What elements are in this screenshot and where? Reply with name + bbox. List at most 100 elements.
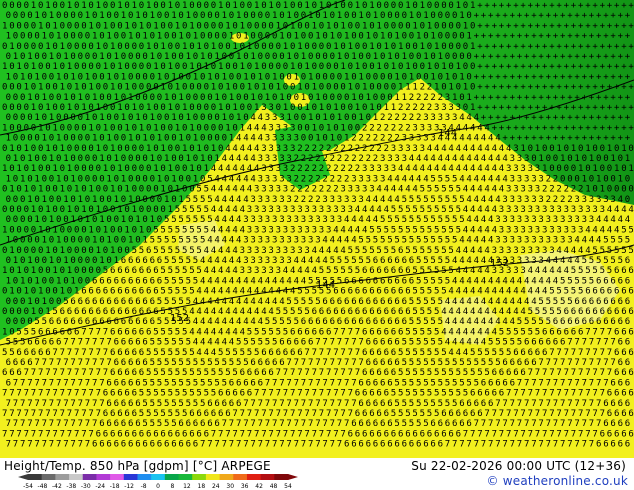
grid-value: 4 xyxy=(492,225,497,235)
grid-value: 6 xyxy=(614,266,619,276)
grid-value: 5 xyxy=(200,236,205,246)
grid-value: + xyxy=(542,123,548,133)
grid-value: 3 xyxy=(268,225,273,235)
grid-value: 6 xyxy=(542,348,547,358)
grid-value: + xyxy=(564,62,570,72)
grid-value: 5 xyxy=(218,348,223,358)
grid-value: 5 xyxy=(186,399,191,409)
grid-value: 0 xyxy=(600,144,605,154)
grid-value: 5 xyxy=(430,338,435,348)
grid-value: 0 xyxy=(164,174,169,184)
grid-value: 5 xyxy=(495,338,500,348)
grid-value: 5 xyxy=(448,205,453,215)
grid-value: 0 xyxy=(178,174,183,184)
grid-value: 1 xyxy=(157,32,162,42)
grid-value: 6 xyxy=(384,266,389,276)
grid-value: 0 xyxy=(103,83,108,93)
grid-value: 4 xyxy=(477,164,482,174)
grid-value: 7 xyxy=(553,440,558,450)
grid-value: 1 xyxy=(214,154,219,164)
grid-value: 4 xyxy=(200,256,205,266)
grid-value: 6 xyxy=(362,266,367,276)
grid-value: 1 xyxy=(164,93,169,103)
grid-value: 7 xyxy=(319,368,324,378)
grid-value: 6 xyxy=(628,389,633,399)
grid-value: 6 xyxy=(304,327,309,337)
source-credit[interactable]: © weatheronline.co.uk xyxy=(487,474,628,488)
grid-value: 6 xyxy=(268,348,273,358)
grid-value: 6 xyxy=(132,266,137,276)
grid-value: 2 xyxy=(330,154,335,164)
grid-value: 5 xyxy=(553,297,558,307)
grid-value: 0 xyxy=(110,1,115,11)
grid-value: 7 xyxy=(88,389,93,399)
grid-value: 1 xyxy=(470,42,475,52)
grid-value: 7 xyxy=(592,409,597,419)
grid-value: 0 xyxy=(168,83,173,93)
grid-value: 6 xyxy=(369,368,374,378)
grid-value: + xyxy=(596,11,602,21)
grid-value: 1 xyxy=(67,103,72,113)
grid-value: 0 xyxy=(78,52,83,62)
grid-value: 5 xyxy=(362,246,367,256)
grid-value: 6 xyxy=(513,368,518,378)
grid-value: 7 xyxy=(74,389,79,399)
grid-value: 3 xyxy=(456,103,461,113)
grid-value: 4 xyxy=(333,225,338,235)
grid-value: 3 xyxy=(290,123,295,133)
grid-value: 7 xyxy=(13,378,18,388)
grid-value: 3 xyxy=(531,174,536,184)
grid-value: + xyxy=(610,52,616,62)
grid-value: 2 xyxy=(412,103,417,113)
grid-value: 0 xyxy=(355,83,360,93)
grid-value: 5 xyxy=(168,287,173,297)
grid-value: 7 xyxy=(308,440,313,450)
grid-value: 5 xyxy=(438,256,443,266)
grid-value: 0 xyxy=(81,21,86,31)
grid-value: 1 xyxy=(74,83,79,93)
grid-value: 6 xyxy=(225,389,230,399)
grid-value: 0 xyxy=(189,83,194,93)
grid-value: 0 xyxy=(24,225,29,235)
grid-value: 6 xyxy=(45,327,50,337)
grid-value: 1 xyxy=(240,21,245,31)
grid-value: 0 xyxy=(250,32,255,42)
grid-value: 4 xyxy=(369,205,374,215)
grid-value: 6 xyxy=(135,378,140,388)
grid-value: 4 xyxy=(466,113,471,123)
grid-value: 0 xyxy=(207,11,212,21)
grid-value: 5 xyxy=(315,297,320,307)
grid-value: 1 xyxy=(20,276,25,286)
grid-value: 7 xyxy=(585,348,590,358)
grid-value: 4 xyxy=(232,246,237,256)
grid-value: 0 xyxy=(56,93,61,103)
grid-value: 6 xyxy=(614,389,619,399)
grid-value: 0 xyxy=(139,185,144,195)
grid-value: + xyxy=(571,103,577,113)
grid-value: 6 xyxy=(85,297,90,307)
grid-value: 4 xyxy=(441,144,446,154)
grid-value: 5 xyxy=(420,307,425,317)
grid-value: 4 xyxy=(232,185,237,195)
grid-value: 5 xyxy=(452,399,457,409)
grid-value: 6 xyxy=(117,429,122,439)
grid-value: 6 xyxy=(222,399,227,409)
grid-value: 5 xyxy=(207,215,212,225)
grid-value: 7 xyxy=(578,389,583,399)
grid-value: 1 xyxy=(409,11,414,21)
grid-value: 7 xyxy=(290,429,295,439)
grid-value: 6 xyxy=(373,276,378,286)
grid-value: 7 xyxy=(20,440,25,450)
grid-value: 5 xyxy=(535,307,540,317)
grid-value: 5 xyxy=(168,389,173,399)
grid-value: 3 xyxy=(366,174,371,184)
grid-value: 3 xyxy=(250,236,255,246)
grid-value: 1 xyxy=(175,123,180,133)
grid-value: 4 xyxy=(211,287,216,297)
grid-value: 1 xyxy=(103,123,108,133)
grid-value: 1 xyxy=(38,123,43,133)
grid-value: + xyxy=(603,134,609,144)
grid-value: 1 xyxy=(27,256,32,266)
grid-value: 5 xyxy=(214,378,219,388)
grid-value: 0 xyxy=(182,21,187,31)
